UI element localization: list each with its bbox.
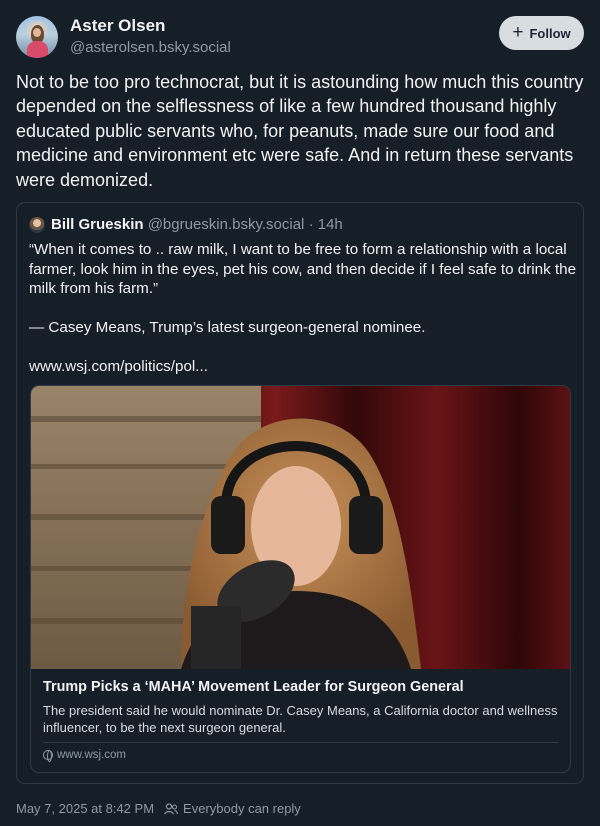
follow-button-label: Follow bbox=[529, 25, 571, 41]
plus-icon: + bbox=[512, 22, 524, 43]
link-card-domain-row: www.wsj.com bbox=[43, 749, 127, 762]
people-icon bbox=[164, 802, 178, 814]
post-text: Not to be too pro technocrat, but it is … bbox=[16, 72, 584, 190]
quote-author-handle[interactable]: @bgrueskin.bsky.social bbox=[148, 216, 305, 233]
quote-separator: · bbox=[308, 216, 314, 233]
quote-text: “When it comes to .. raw milk, I want to… bbox=[29, 241, 577, 337]
post-footer: May 7, 2025 at 8:42 PM Everybody can rep… bbox=[16, 801, 301, 816]
quote-meta: Bill Grueskin @bgrueskin.bsky.social · 1… bbox=[51, 216, 343, 233]
reply-setting-label: Everybody can reply bbox=[183, 801, 301, 816]
reply-setting[interactable]: Everybody can reply bbox=[164, 801, 301, 816]
author-handle[interactable]: @asterolsen.bsky.social bbox=[70, 39, 231, 56]
link-card-domain: www.wsj.com bbox=[57, 749, 127, 761]
globe-icon bbox=[43, 750, 53, 762]
quote-author-name[interactable]: Bill Grueskin bbox=[51, 216, 144, 233]
quote-link[interactable]: www.wsj.com/politics/pol... bbox=[29, 358, 208, 375]
author-display-name[interactable]: Aster Olsen bbox=[70, 16, 165, 36]
link-card-image bbox=[31, 386, 570, 669]
follow-button[interactable]: + Follow bbox=[499, 16, 584, 50]
link-card-title: Trump Picks a ‘MAHA’ Movement Leader for… bbox=[43, 679, 464, 695]
link-card-divider bbox=[43, 742, 558, 743]
link-card-description: The president said he would nominate Dr.… bbox=[43, 703, 558, 735]
post-timestamp[interactable]: May 7, 2025 at 8:42 PM bbox=[16, 801, 154, 816]
quote-timestamp[interactable]: 14h bbox=[318, 216, 343, 233]
author-avatar[interactable] bbox=[16, 16, 58, 58]
avatar-face bbox=[33, 28, 41, 37]
avatar-body bbox=[27, 41, 48, 58]
podcast-photo bbox=[31, 386, 570, 669]
link-card[interactable]: Trump Picks a ‘MAHA’ Movement Leader for… bbox=[30, 385, 571, 773]
quoted-post[interactable]: Bill Grueskin @bgrueskin.bsky.social · 1… bbox=[16, 202, 584, 784]
quote-author-avatar[interactable] bbox=[29, 217, 45, 233]
post-thread: Aster Olsen @asterolsen.bsky.social + Fo… bbox=[0, 0, 600, 826]
